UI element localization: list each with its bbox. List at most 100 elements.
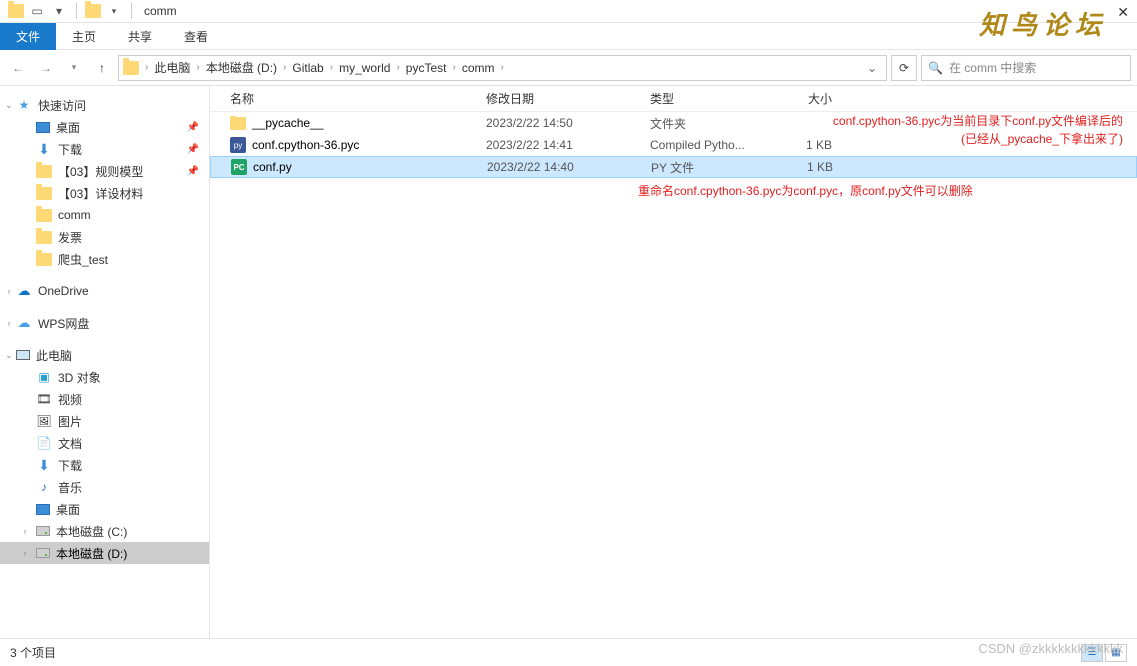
file-type: Compiled Pytho... [644,138,768,152]
ribbon-file-tab[interactable]: 文件 [0,23,56,50]
status-bar: 3 个项目 ☰ ▦ [0,638,1137,666]
desktop-icon [36,504,50,515]
sidebar-item-drive-d[interactable]: › 本地磁盘 (D:) [0,542,209,564]
sidebar-item-label: 本地磁盘 (C:) [56,523,127,540]
window-title: comm [144,4,177,18]
sidebar-item-label: 图片 [58,413,82,430]
qat-chevron-icon[interactable]: ▾ [105,6,123,17]
chevron-right-icon[interactable]: › [143,62,150,73]
sidebar-item-label: comm [58,208,91,222]
forward-button[interactable]: → [34,56,58,80]
column-header-name[interactable]: 名称 [224,90,480,107]
pin-icon: 📌 [187,144,199,155]
picture-icon: 🖼 [36,413,52,429]
chevron-down-icon[interactable]: ⌄ [4,100,14,111]
qat-dropdown-icon[interactable]: ▾ [50,4,68,18]
chevron-right-icon[interactable]: › [20,548,30,558]
sidebar-onedrive[interactable]: › ☁ OneDrive [0,280,209,302]
sidebar-item-label: 桌面 [56,501,80,518]
drive-icon [36,526,50,536]
ribbon-tab-home[interactable]: 主页 [56,23,112,50]
sidebar-item-label: 本地磁盘 (D:) [56,545,127,562]
sidebar-quick-access[interactable]: ⌄ ★ 快速访问 [0,94,209,116]
back-button[interactable]: ← [6,56,30,80]
chevron-right-icon[interactable]: › [194,62,201,73]
separator [131,3,132,19]
breadcrumb-icon [123,61,139,75]
breadcrumb-item[interactable]: 本地磁盘 (D:) [202,59,281,76]
chevron-right-icon[interactable]: › [281,62,288,73]
chevron-right-icon[interactable]: › [4,318,14,328]
sidebar-wps[interactable]: › ☁ WPS网盘 [0,312,209,334]
file-name: conf.py [253,160,292,174]
close-icon[interactable]: ✕ [1117,4,1129,21]
sidebar-item-desktop[interactable]: 桌面 [0,498,209,520]
breadcrumb-dropdown-icon[interactable]: ⌄ [862,61,882,75]
ribbon: 文件 主页 共享 查看 [0,23,1137,50]
sidebar-item-label: 文档 [58,435,82,452]
qat-properties-icon[interactable]: ▭ [28,4,46,18]
column-header-size[interactable]: 大小 [768,90,838,107]
sidebar-item-label: 下载 [58,457,82,474]
chevron-right-icon[interactable]: › [4,286,14,296]
nav-bar: ← → ▾ ↑ › 此电脑 › 本地磁盘 (D:) › Gitlab › my_… [0,50,1137,86]
sidebar-item[interactable]: 爬虫_test [0,248,209,270]
sidebar-item-music[interactable]: ♪ 音乐 [0,476,209,498]
desktop-icon [36,122,50,133]
file-list: 名称 修改日期 类型 大小 __pycache__ 2023/2/22 14:5… [210,86,1137,638]
pc-icon [16,350,30,360]
chevron-right-icon[interactable]: › [394,62,401,73]
download-icon: ⬇ [36,457,52,473]
sidebar-item-drive-c[interactable]: › 本地磁盘 (C:) [0,520,209,542]
file-date: 2023/2/22 14:40 [481,160,645,174]
window-icon [8,4,24,18]
sidebar-item-label: 3D 对象 [58,369,101,386]
breadcrumb-item[interactable]: pycTest [402,61,451,75]
star-icon: ★ [16,97,32,113]
refresh-button[interactable]: ⟳ [891,55,917,81]
forum-watermark: 知鸟论坛 [979,5,1107,42]
sidebar-this-pc[interactable]: ⌄ 此电脑 [0,344,209,366]
ribbon-tab-view[interactable]: 查看 [168,23,224,50]
sidebar-item[interactable]: 【03】规则模型 📌 [0,160,209,182]
sidebar-item-downloads[interactable]: ⬇ 下载 [0,454,209,476]
breadcrumb-item[interactable]: Gitlab [288,61,327,75]
search-input[interactable]: 🔍 在 comm 中搜索 [921,55,1131,81]
document-icon: 📄 [36,435,52,451]
breadcrumb-item[interactable]: my_world [335,61,394,75]
breadcrumb-item[interactable]: comm [458,61,499,75]
column-header-date[interactable]: 修改日期 [480,90,644,107]
sidebar-item-videos[interactable]: 🎞 视频 [0,388,209,410]
file-date: 2023/2/22 14:50 [480,116,644,130]
chevron-right-icon[interactable]: › [328,62,335,73]
sidebar-item-downloads[interactable]: ⬇ 下载 📌 [0,138,209,160]
chevron-down-icon[interactable]: ⌄ [4,350,14,361]
sidebar-item[interactable]: 发票 [0,226,209,248]
sidebar-item-documents[interactable]: 📄 文档 [0,432,209,454]
ribbon-tab-share[interactable]: 共享 [112,23,168,50]
chevron-right-icon[interactable]: › [498,62,505,73]
up-button[interactable]: ↑ [90,56,114,80]
breadcrumb-item[interactable]: 此电脑 [150,59,194,76]
sidebar-item-label: 桌面 [56,119,80,136]
file-size: 1 KB [769,160,839,174]
sidebar-item-3d[interactable]: ▣ 3D 对象 [0,366,209,388]
sidebar-item-desktop[interactable]: 桌面 📌 [0,116,209,138]
breadcrumb[interactable]: › 此电脑 › 本地磁盘 (D:) › Gitlab › my_world › … [118,55,887,81]
sidebar-item-comm[interactable]: comm [0,204,209,226]
folder-icon [36,253,52,266]
file-row-py[interactable]: PCconf.py 2023/2/22 14:40 PY 文件 1 KB [210,156,1137,178]
chevron-right-icon[interactable]: › [450,62,457,73]
sidebar-item-pictures[interactable]: 🖼 图片 [0,410,209,432]
3d-icon: ▣ [36,369,52,385]
csdn-watermark: CSDN @zkkkkkkkkkkkkk [978,641,1123,656]
sidebar: ⌄ ★ 快速访问 桌面 📌 ⬇ 下载 📌 【03】规则模型 📌 【0 [0,86,210,638]
chevron-right-icon[interactable]: › [20,526,30,536]
sidebar-item[interactable]: 【03】详设材料 [0,182,209,204]
sidebar-item-label: 【03】规则模型 [58,163,143,180]
column-header-type[interactable]: 类型 [644,90,768,107]
folder-icon [36,187,52,200]
history-dropdown[interactable]: ▾ [62,56,86,80]
folder-icon [36,231,52,244]
folder-icon [36,165,52,178]
